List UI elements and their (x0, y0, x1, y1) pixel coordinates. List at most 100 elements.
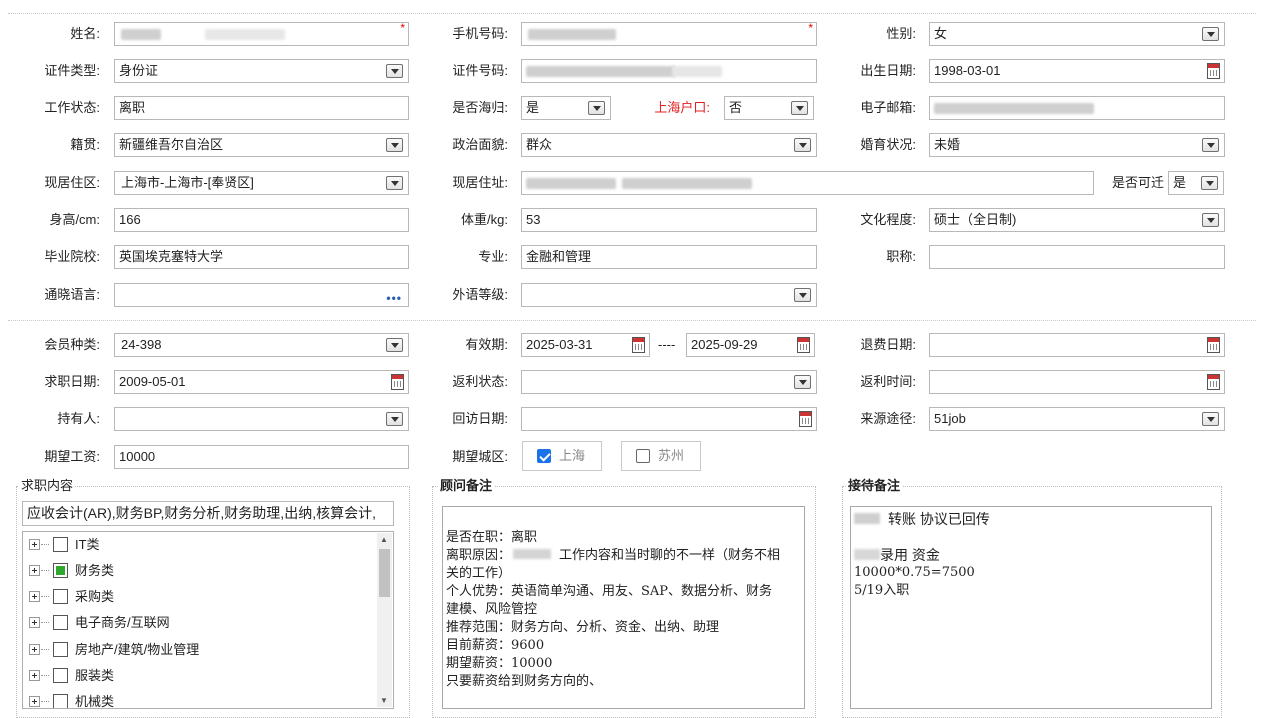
chevron-down-icon[interactable] (794, 288, 811, 302)
checkbox-partial-icon[interactable] (53, 563, 68, 578)
tree-item[interactable]: IT类 (23, 532, 383, 558)
calendar-icon[interactable] (1207, 374, 1220, 390)
scroll-thumb[interactable] (379, 549, 390, 597)
email-field[interactable] (929, 96, 1225, 120)
expand-icon[interactable] (29, 696, 40, 707)
member-type-select[interactable]: 24-398 (114, 333, 409, 357)
calendar-icon[interactable] (632, 337, 645, 353)
source-select[interactable]: 51job (929, 407, 1225, 431)
id-type-select[interactable]: 身份证 (114, 59, 409, 83)
native-place-select[interactable]: 新疆维吾尔自治区 (114, 133, 409, 157)
residence-area-select[interactable]: 上海市-上海市-[奉贤区] (114, 171, 409, 195)
chevron-down-icon[interactable] (1202, 138, 1219, 152)
checkbox-icon[interactable] (53, 537, 68, 552)
tree-item[interactable]: 服装类 (23, 663, 383, 689)
holder-select[interactable] (114, 407, 409, 431)
calendar-icon[interactable] (1207, 63, 1220, 79)
chevron-down-icon[interactable] (794, 138, 811, 152)
birth-date-field[interactable]: 1998-03-01 (929, 59, 1225, 83)
chevron-down-icon[interactable] (386, 412, 403, 426)
job-content-selected[interactable]: 应收会计(AR),财务BP,财务分析,财务助理,出纳,核算会计, (22, 501, 394, 526)
expand-icon[interactable] (29, 670, 40, 681)
visit-date-field[interactable] (521, 407, 817, 431)
valid-from-field[interactable]: 2025-03-31 (521, 333, 650, 357)
calendar-icon[interactable] (797, 337, 810, 353)
residence-address-field[interactable] (521, 171, 1094, 195)
expand-icon[interactable] (29, 644, 40, 655)
chevron-down-icon[interactable] (794, 375, 811, 389)
chevron-down-icon[interactable] (588, 101, 605, 115)
valid-to-field[interactable]: 2025-09-29 (686, 333, 815, 357)
expand-icon[interactable] (29, 565, 40, 576)
weight-field[interactable]: 53 (521, 208, 817, 232)
chevron-down-icon[interactable] (386, 338, 403, 352)
expand-icon[interactable] (29, 539, 40, 550)
reception-notes-textarea[interactable]: 转账 协议已回传 录用 资金 10000*0.75=7500 5/19入职 (850, 506, 1212, 709)
tree-item[interactable]: 电子商务/互联网 (23, 610, 383, 636)
tree-scrollbar[interactable]: ▲ ▼ (377, 533, 392, 707)
job-title-field[interactable] (929, 245, 1225, 269)
gender-label: 性别: (886, 26, 916, 41)
job-category-tree[interactable]: IT类 财务类 采购类 电子商务/互联网 房地产/建筑/物业管理 服装类 机械类… (22, 531, 394, 709)
holder-label: 持有人: (57, 411, 100, 426)
more-icon[interactable]: ••• (386, 287, 402, 306)
political-status-value: 群众 (526, 137, 553, 152)
advisor-notes-textarea[interactable]: 是否在职：离职 离职原因： 工作内容和当时聊的不一样（财务不相 关的工作） 个人优… (442, 506, 805, 709)
relocate-select[interactable]: 是 (1168, 171, 1224, 195)
checkbox-icon[interactable] (53, 668, 68, 683)
calendar-icon[interactable] (391, 374, 404, 390)
foreign-level-select[interactable] (521, 283, 817, 307)
chevron-down-icon[interactable] (386, 64, 403, 78)
jobseek-date-field[interactable]: 2009-05-01 (114, 370, 409, 394)
marital-select[interactable]: 未婚 (929, 133, 1225, 157)
work-status-select[interactable]: 离职 (114, 96, 409, 120)
jobseek-date-value: 2009-05-01 (119, 374, 186, 389)
chevron-down-icon[interactable] (1201, 176, 1218, 190)
chevron-down-icon[interactable] (1202, 412, 1219, 426)
checkbox-icon[interactable] (636, 449, 650, 463)
checkbox-icon[interactable] (53, 615, 68, 630)
checkbox-checked-icon[interactable] (537, 449, 551, 463)
political-status-label: 政治面貌: (452, 137, 508, 152)
shanghai-hukou-select[interactable]: 否 (724, 96, 814, 120)
rebate-time-field[interactable] (929, 370, 1225, 394)
id-number-field[interactable] (521, 59, 817, 83)
jobseek-date-label: 求职日期: (44, 374, 100, 389)
chevron-down-icon[interactable] (386, 138, 403, 152)
scroll-up-icon[interactable]: ▲ (380, 535, 388, 544)
tree-item[interactable]: 机械类 (23, 689, 383, 709)
chevron-down-icon[interactable] (1202, 213, 1219, 227)
city-option-shanghai[interactable]: 上海 (522, 441, 602, 471)
checkbox-icon[interactable] (53, 694, 68, 708)
political-status-select[interactable]: 群众 (521, 133, 817, 157)
education-select[interactable]: 硕士（全日制) (929, 208, 1225, 232)
expand-icon[interactable] (29, 617, 40, 628)
chevron-down-icon[interactable] (386, 176, 403, 190)
chevron-down-icon[interactable] (791, 101, 808, 115)
calendar-icon[interactable] (1207, 337, 1220, 353)
refund-date-field[interactable] (929, 333, 1225, 357)
language-picker[interactable]: ••• (114, 283, 409, 307)
height-field[interactable]: 166 (114, 208, 409, 232)
scroll-down-icon[interactable]: ▼ (380, 696, 388, 705)
expand-icon[interactable] (29, 591, 40, 602)
checkbox-icon[interactable] (53, 589, 68, 604)
major-field[interactable]: 金融和管理 (521, 245, 817, 269)
tree-item[interactable]: 财务类 (23, 558, 383, 584)
expected-salary-field[interactable]: 10000 (114, 445, 409, 469)
calendar-icon[interactable] (799, 411, 812, 427)
tree-item[interactable]: 采购类 (23, 584, 383, 610)
phone-field[interactable]: * (521, 22, 817, 46)
returnee-select[interactable]: 是 (521, 96, 611, 120)
city-option-suzhou[interactable]: 苏州 (621, 441, 701, 471)
marital-label: 婚育状况: (860, 137, 916, 152)
tree-item[interactable]: 房地产/建筑/物业管理 (23, 637, 383, 663)
checkbox-icon[interactable] (53, 642, 68, 657)
chevron-down-icon[interactable] (1202, 27, 1219, 41)
rebate-status-select[interactable] (521, 370, 817, 394)
foreign-level-label: 外语等级: (452, 287, 508, 302)
name-field[interactable]: * (114, 22, 409, 46)
gender-select[interactable]: 女 (929, 22, 1225, 46)
tree-item-label: 机械类 (75, 694, 115, 709)
school-field[interactable]: 英国埃克塞特大学 (114, 245, 409, 269)
